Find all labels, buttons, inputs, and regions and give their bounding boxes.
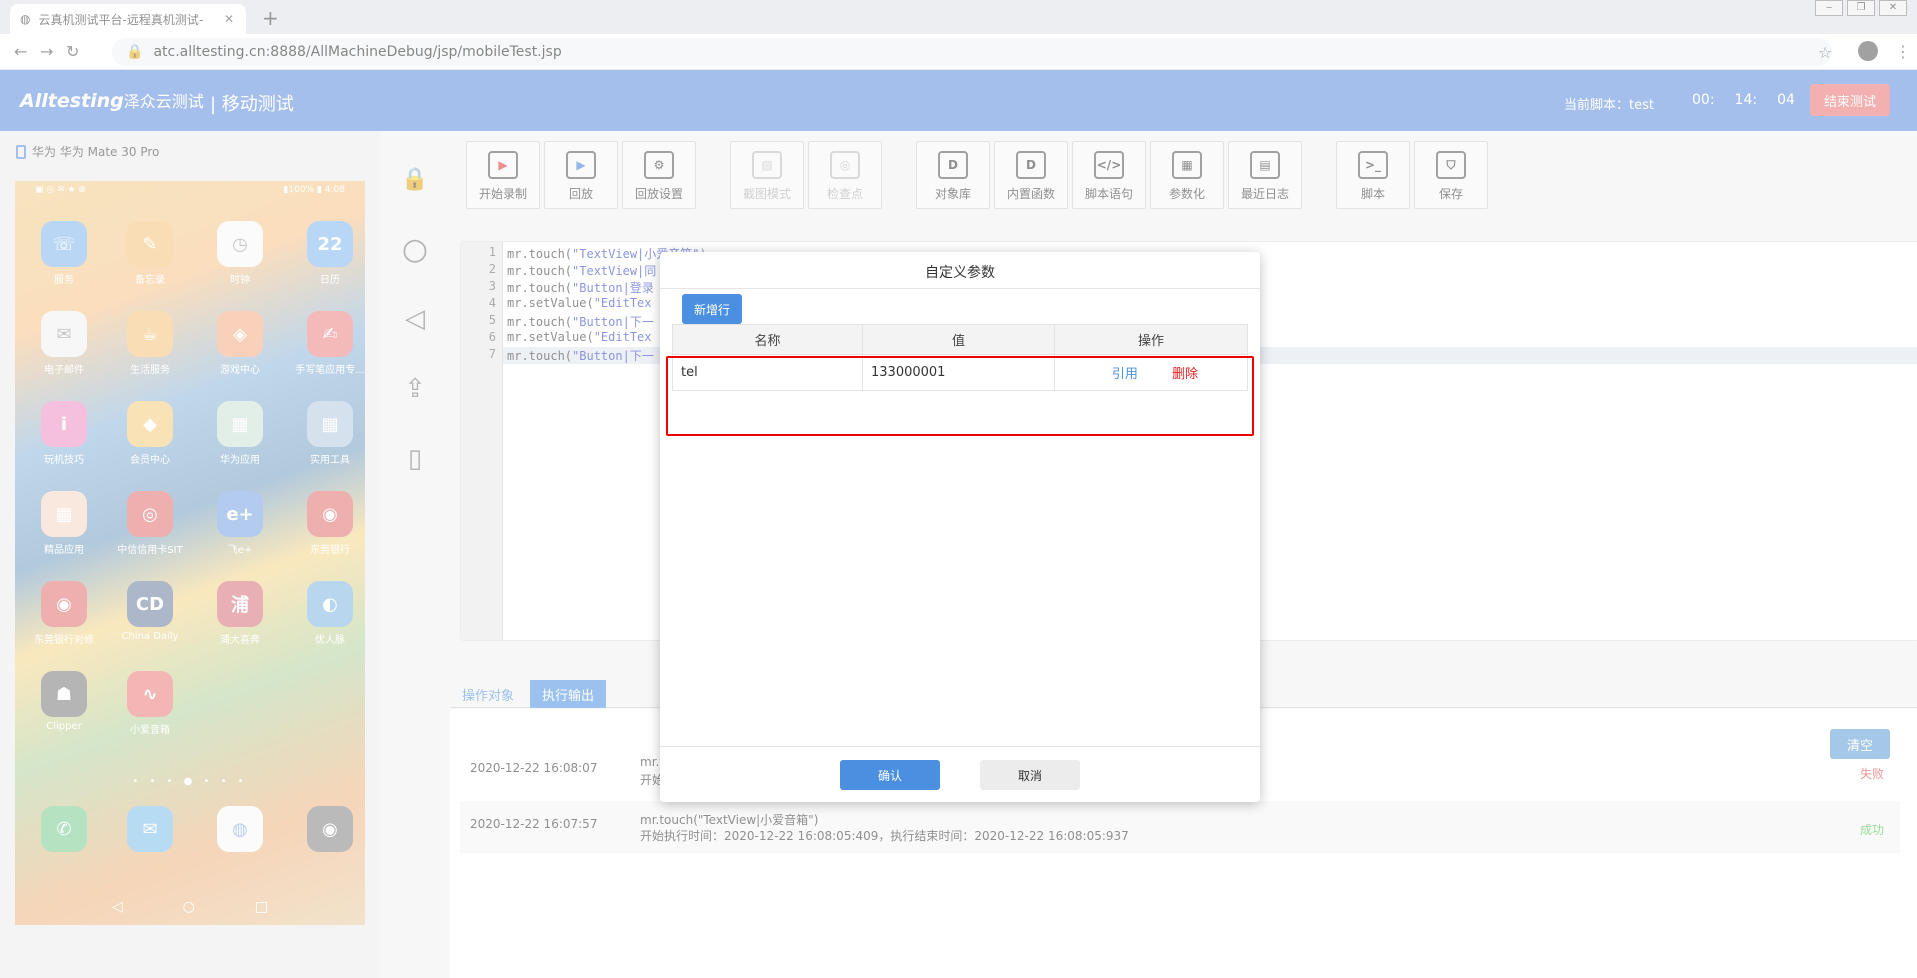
col-value: 值 — [862, 324, 1055, 355]
cancel-button[interactable]: 取消 — [980, 760, 1080, 790]
highlight-box — [666, 356, 1254, 436]
col-name: 名称 — [672, 324, 863, 355]
col-actions: 操作 — [1054, 324, 1248, 355]
custom-params-dialog: 自定义参数 新增行 名称 值 操作 tel 133000001 引用 删除 确认… — [660, 252, 1260, 802]
confirm-button[interactable]: 确认 — [840, 760, 940, 790]
add-row-button[interactable]: 新增行 — [682, 294, 742, 324]
dialog-title: 自定义参数 — [925, 265, 995, 281]
